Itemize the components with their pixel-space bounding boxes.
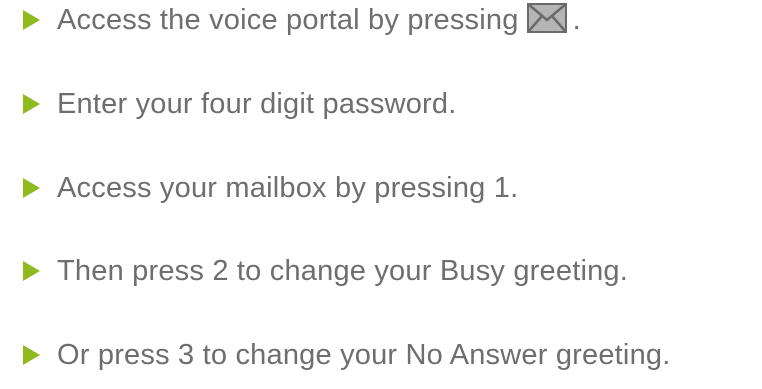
- triangle-bullet-icon: [23, 10, 40, 30]
- step-1: Access the voice portal by pressing .: [0, 0, 762, 40]
- triangle-bullet-icon: [23, 94, 40, 114]
- triangle-bullet-icon: [23, 345, 40, 365]
- step-4: Then press 2 to change your Busy greetin…: [0, 251, 762, 291]
- step-1-suffix: .: [572, 4, 581, 36]
- step-2-text: Enter your four digit password.: [57, 88, 457, 120]
- step-3: Access your mailbox by pressing 1.: [0, 168, 762, 208]
- triangle-bullet-icon: [23, 178, 40, 198]
- step-5: Or press 3 to change your No Answer gree…: [0, 335, 762, 375]
- step-1-text-wrapper: Access the voice portal by pressing .: [57, 0, 581, 40]
- triangle-bullet-icon: [23, 261, 40, 281]
- step-5-text: Or press 3 to change your No Answer gree…: [57, 339, 671, 371]
- instruction-steps: Access the voice portal by pressing . En…: [0, 0, 762, 389]
- envelope-icon: [526, 3, 567, 34]
- step-4-text: Then press 2 to change your Busy greetin…: [57, 255, 629, 287]
- step-2: Enter your four digit password.: [0, 84, 762, 124]
- step-1-text: Access the voice portal by pressing: [57, 4, 519, 36]
- step-3-text: Access your mailbox by pressing 1.: [57, 172, 519, 204]
